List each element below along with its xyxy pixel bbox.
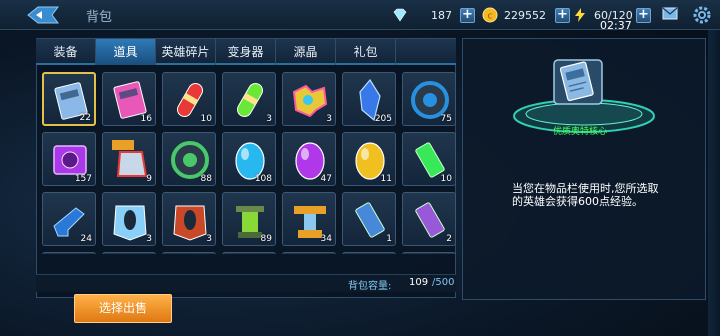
capacity-max: /500 [432,277,455,288]
capacity-bar [36,274,456,292]
lightning-icon [575,8,585,22]
item-count: 3 [326,114,332,124]
select-sell-button[interactable]: 选择出售 [74,294,172,323]
inventory-slot[interactable]: 3 [162,192,216,246]
diamond-icon [393,8,407,22]
inventory-slot[interactable]: 108 [222,132,276,186]
back-button[interactable] [26,5,60,25]
inventory-slot-partial[interactable] [222,252,276,254]
item-count: 1 [386,234,392,244]
inventory-slot[interactable]: 75 [402,72,456,126]
inventory-slot[interactable]: 89 [222,192,276,246]
capacity-label: 背包容量: [348,281,392,292]
clock: 02:37 [600,19,632,32]
inventory-slot[interactable]: 10 [402,132,456,186]
inventory-slot[interactable]: 11 [342,132,396,186]
inventory-slot-partial[interactable] [402,252,456,254]
inventory-slot[interactable]: 88 [162,132,216,186]
inventory-slot[interactable]: 10 [162,72,216,126]
item-grid: 22 16 10 3 3 205 75 157 9 88 108 47 11 10 24 3 3 89 34 1 2 [42,72,456,254]
item-count: 34 [320,234,332,244]
detail-description: 当您在物品栏使用时,您所选取的英雄会获得600点经验。 [512,182,659,208]
inventory-slot[interactable]: 2 [402,192,456,246]
detail-item-name: 优质奥特核心 [552,127,607,137]
right-frame [708,30,720,336]
inventory-slot[interactable]: 9 [102,132,156,186]
item-count: 108 [254,174,272,184]
item-count: 88 [200,174,212,184]
item-count: 205 [374,114,392,124]
tab-bar: 装备 道具 英雄碎片 变身器 源晶 礼包 [36,39,456,65]
add-energy-button[interactable]: + [636,7,651,23]
back-arrow-icon [27,6,59,24]
inventory-slot-partial[interactable] [102,252,156,254]
inventory-slot-partial[interactable] [162,252,216,254]
add-gold-button[interactable]: + [555,7,570,23]
tab-4[interactable]: 源晶 [276,39,336,65]
item-count: 9 [146,174,152,184]
item-count: 3 [146,234,152,244]
inventory-slot[interactable]: 47 [282,132,336,186]
inventory-slot-partial[interactable] [282,252,336,254]
inventory-slot[interactable]: 16 [102,72,156,126]
item-count: 89 [260,234,272,244]
add-diamond-button[interactable]: + [460,7,475,23]
inventory-slot[interactable]: 22 [42,72,96,126]
inventory-slot-partial[interactable] [42,252,96,254]
item-count: 11 [380,174,392,184]
item-count: 3 [206,234,212,244]
diamond-count: 187 [431,8,452,22]
inventory-slot[interactable]: 157 [42,132,96,186]
item-count: 75 [440,114,452,124]
item-count: 22 [79,113,91,123]
gold-resource: c 229552 + [482,6,570,24]
svg-text:c: c [488,12,493,22]
detail-item-image [552,58,604,106]
item-count: 24 [80,234,92,244]
inventory-slot[interactable]: 1 [342,192,396,246]
item-count: 10 [440,174,452,184]
item-count: 16 [140,114,152,124]
item-count: 157 [74,174,92,184]
item-count: 10 [200,114,212,124]
tab-2[interactable]: 英雄碎片 [156,39,216,65]
item-count: 3 [266,114,272,124]
inventory-slot[interactable]: 24 [42,192,96,246]
gold-coin-icon: c [482,7,498,23]
mail-icon[interactable] [662,7,678,21]
top-bar: 背包 187 + c 229552 + 60/120 + 02:37 [0,0,720,32]
tab-3[interactable]: 变身器 [216,39,276,65]
inventory-slot[interactable]: 205 [342,72,396,126]
tab-1[interactable]: 道具 [96,39,156,65]
inventory-slot[interactable]: 3 [222,72,276,126]
inventory-slot-partial[interactable] [342,252,396,254]
item-count: 47 [320,174,332,184]
game-screen: 背包 187 + c 229552 + 60/120 + 02:37 装备 道具英… [0,0,720,336]
inventory-slot[interactable]: 3 [102,192,156,246]
inventory-slot[interactable]: 34 [282,192,336,246]
gold-count: 229552 [504,8,546,22]
gear-icon[interactable] [692,5,712,25]
capacity-count: 109 [409,277,429,288]
card-icon [553,59,603,105]
page-title: 背包 [86,10,113,25]
item-count: 2 [446,234,452,244]
tab-5[interactable]: 礼包 [336,39,396,65]
tab-0[interactable]: 装备 [36,39,96,65]
diamond-resource: 187 + [392,6,475,24]
inventory-slot[interactable]: 3 [282,72,336,126]
